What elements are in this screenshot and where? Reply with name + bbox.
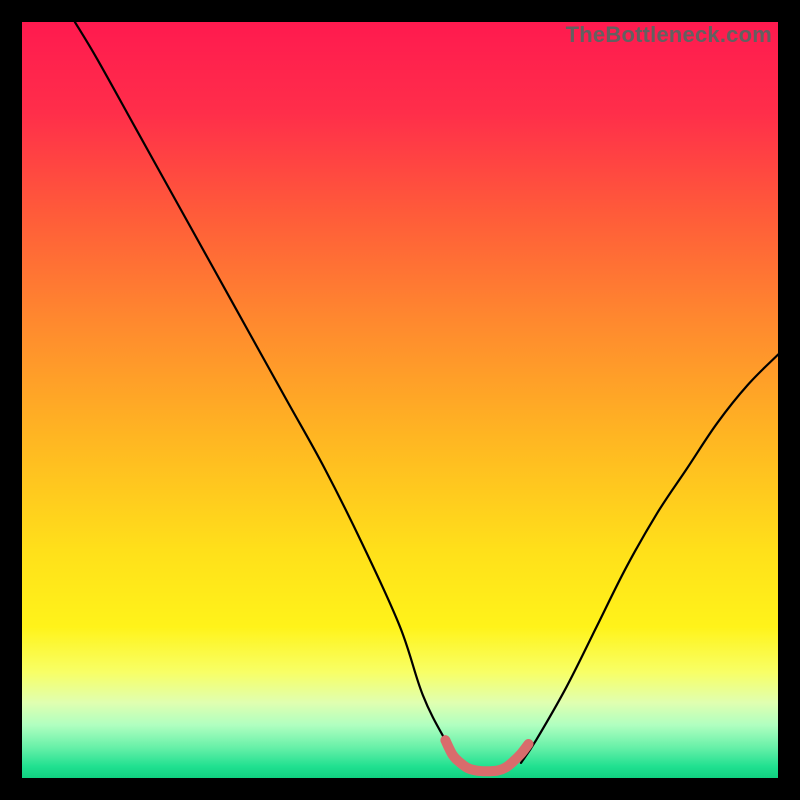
trough-highlight-curve bbox=[445, 740, 528, 771]
curve-layer bbox=[22, 22, 778, 778]
chart-frame: { "watermark": "TheBottleneck.com", "col… bbox=[0, 0, 800, 800]
plot-area: TheBottleneck.com bbox=[22, 22, 778, 778]
curve-left-branch bbox=[75, 22, 461, 763]
curve-right-branch bbox=[521, 355, 778, 763]
